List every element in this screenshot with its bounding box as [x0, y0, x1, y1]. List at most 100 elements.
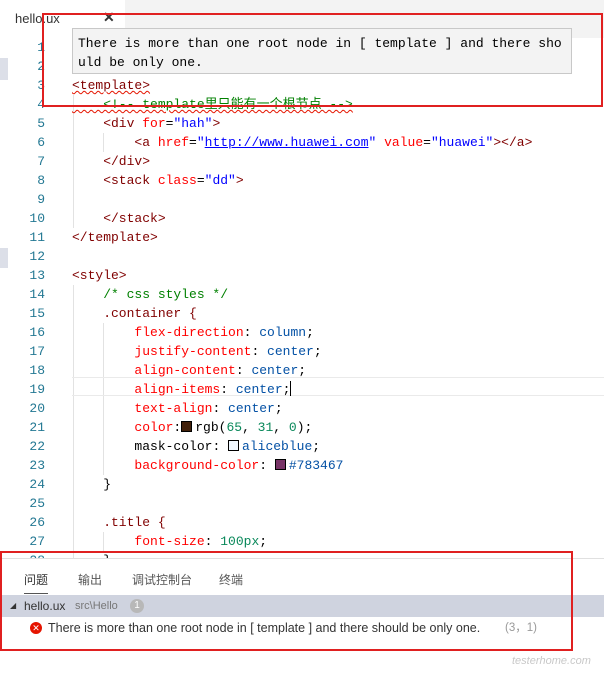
line-number: 24 [29, 477, 45, 492]
code-line[interactable]: 25 [0, 494, 604, 513]
code-token: </div> [72, 154, 151, 169]
code-line[interactable]: 17 justify-content: center; [0, 342, 604, 361]
code-token: aliceblue [242, 439, 313, 454]
watermark: testerhome.com [512, 655, 591, 667]
code-token: : [251, 344, 268, 359]
code-token: align-content [72, 363, 236, 378]
code-line[interactable]: 15 .container { [0, 304, 604, 323]
code-token: ; [259, 534, 268, 549]
line-code: text-align: center; [72, 399, 282, 418]
code-token: : [259, 458, 275, 473]
code-token: : [204, 534, 221, 549]
line-number: 13 [29, 268, 45, 283]
line-number: 2 [37, 59, 45, 74]
line-number: 14 [29, 287, 45, 302]
code-token: justify-content [72, 344, 252, 359]
code-token: ; [298, 363, 307, 378]
code-token: : [243, 325, 260, 340]
code-token: "dd" [204, 173, 236, 188]
line-number: 15 [29, 306, 45, 321]
code-token: , [242, 420, 258, 435]
line-code: </div> [72, 152, 150, 171]
code-line[interactable]: 21 color: rgb(65, 31, 0); [0, 418, 604, 437]
line-code: .container { [72, 304, 197, 323]
code-token: 0 [288, 420, 297, 435]
code-token: ; [312, 439, 321, 454]
code-line[interactable]: 8 <stack class="dd"> [0, 171, 604, 190]
code-line[interactable]: 24 } [0, 475, 604, 494]
code-token: </stack> [72, 211, 166, 226]
code-token: } [72, 477, 112, 492]
line-number: 19 [29, 382, 45, 397]
line-code: </stack> [72, 209, 166, 228]
line-code: <style> [72, 266, 127, 285]
code-token: text-align [72, 401, 213, 416]
line-number: 3 [37, 78, 45, 93]
code-token: center [228, 401, 275, 416]
code-line[interactable]: 27 font-size: 100px; [0, 532, 604, 551]
code-token: "hah" [173, 116, 213, 131]
code-token: value [376, 135, 424, 150]
code-token: = [189, 135, 197, 150]
line-number: 6 [37, 135, 45, 150]
line-code: } [72, 475, 111, 494]
line-number: 17 [29, 344, 45, 359]
code-line[interactable]: 16 flex-direction: column; [0, 323, 604, 342]
code-token: class [157, 173, 197, 188]
code-line[interactable]: 13 <style> [0, 266, 604, 285]
code-line[interactable]: 5 <div for="hah"> [0, 114, 604, 133]
line-code: align-content: center; [72, 361, 306, 380]
line-number: 4 [37, 97, 45, 112]
code-token: > [212, 116, 221, 131]
code-line[interactable]: 12 [0, 247, 604, 266]
code-token: /* css styles */ [72, 287, 229, 302]
color-swatch-icon[interactable] [274, 459, 286, 470]
line-number: 23 [29, 458, 45, 473]
code-token: font-size [72, 534, 205, 549]
code-token: 65 [226, 420, 243, 435]
code-line[interactable]: 19 align-items: center; [0, 380, 604, 399]
code-token: ; [313, 344, 322, 359]
code-token: = [423, 135, 431, 150]
line-number: 11 [29, 230, 45, 245]
line-number: 12 [29, 249, 45, 264]
line-code: <a href="http://www.huawei.com" value="h… [72, 133, 532, 152]
line-number: 18 [29, 363, 45, 378]
code-token: ; [306, 325, 314, 340]
code-line[interactable]: 11 </template> [0, 228, 604, 247]
line-number: 1 [37, 40, 45, 55]
line-code: color: rgb(65, 31, 0); [72, 418, 312, 437]
code-line[interactable]: 20 text-align: center; [0, 399, 604, 418]
code-line[interactable]: 14 /* css styles */ [0, 285, 604, 304]
code-token: <a [72, 135, 158, 150]
code-token: align-items [72, 382, 221, 397]
code-token: .title { [72, 515, 166, 530]
highlight-box-hover [42, 13, 603, 107]
code-token: flex-direction [72, 325, 244, 340]
line-code: </template> [72, 228, 158, 247]
code-line[interactable]: 18 align-content: center; [0, 361, 604, 380]
line-number: 20 [29, 401, 45, 416]
color-swatch-icon[interactable] [228, 440, 240, 451]
code-line[interactable]: 23 background-color: #783467 [0, 456, 604, 475]
code-line[interactable]: 9 [0, 190, 604, 209]
color-swatch-icon[interactable] [181, 421, 193, 432]
code-token: mask-color [72, 439, 213, 454]
code-line[interactable]: 26 .title { [0, 513, 604, 532]
code-line[interactable]: 10 </stack> [0, 209, 604, 228]
line-number: 22 [29, 439, 45, 454]
line-number: 7 [37, 154, 45, 169]
code-line[interactable]: 6 <a href="http://www.huawei.com" value=… [0, 133, 604, 152]
line-number: 10 [29, 211, 45, 226]
code-line[interactable]: 22 mask-color: aliceblue; [0, 437, 604, 456]
code-token: ></a> [493, 135, 533, 150]
line-code: background-color: #783467 [72, 456, 343, 475]
line-number: 9 [37, 192, 45, 207]
code-editor[interactable]: 1 2 3 <template> 4 <!-- template里只能有一个根节点 --… [0, 38, 604, 558]
code-token: rgb( [195, 420, 227, 435]
code-token: .container { [72, 306, 197, 321]
code-line[interactable]: 7 </div> [0, 152, 604, 171]
code-token: background-color [72, 458, 260, 473]
code-token: center [251, 363, 299, 378]
code-token: = [196, 173, 205, 188]
